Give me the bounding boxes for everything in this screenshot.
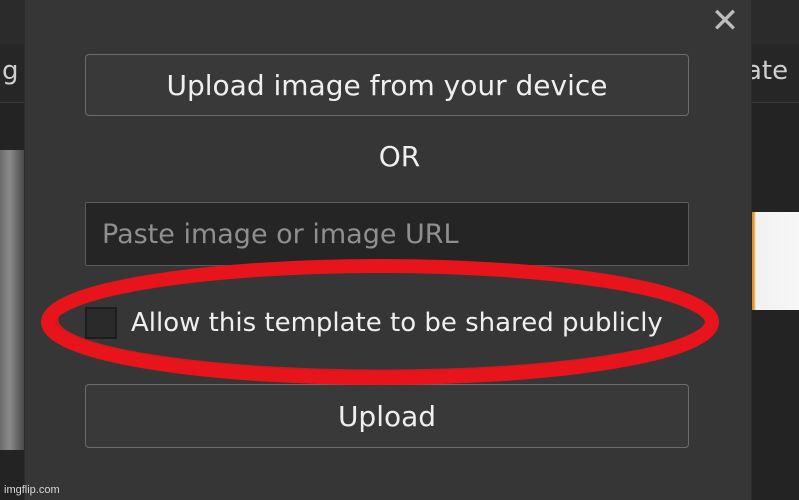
share-publicly-label: Allow this template to be shared publicl… [131, 308, 663, 338]
background-left-text: g [2, 56, 19, 86]
close-icon[interactable]: ✕ [708, 4, 742, 38]
share-publicly-row[interactable]: Allow this template to be shared publicl… [85, 303, 663, 343]
image-url-input[interactable] [85, 202, 689, 266]
watermark: imgflip.com [4, 484, 60, 496]
background-photo [0, 150, 24, 450]
share-publicly-checkbox[interactable] [85, 307, 117, 339]
background-thumbnail [750, 212, 799, 310]
upload-button[interactable]: Upload [85, 384, 689, 448]
screen: g ate ✕ Upload image from your device OR… [0, 0, 799, 500]
or-separator: OR [378, 140, 421, 173]
background-right-text: ate [746, 56, 789, 86]
upload-from-device-button[interactable]: Upload image from your device [85, 54, 689, 116]
